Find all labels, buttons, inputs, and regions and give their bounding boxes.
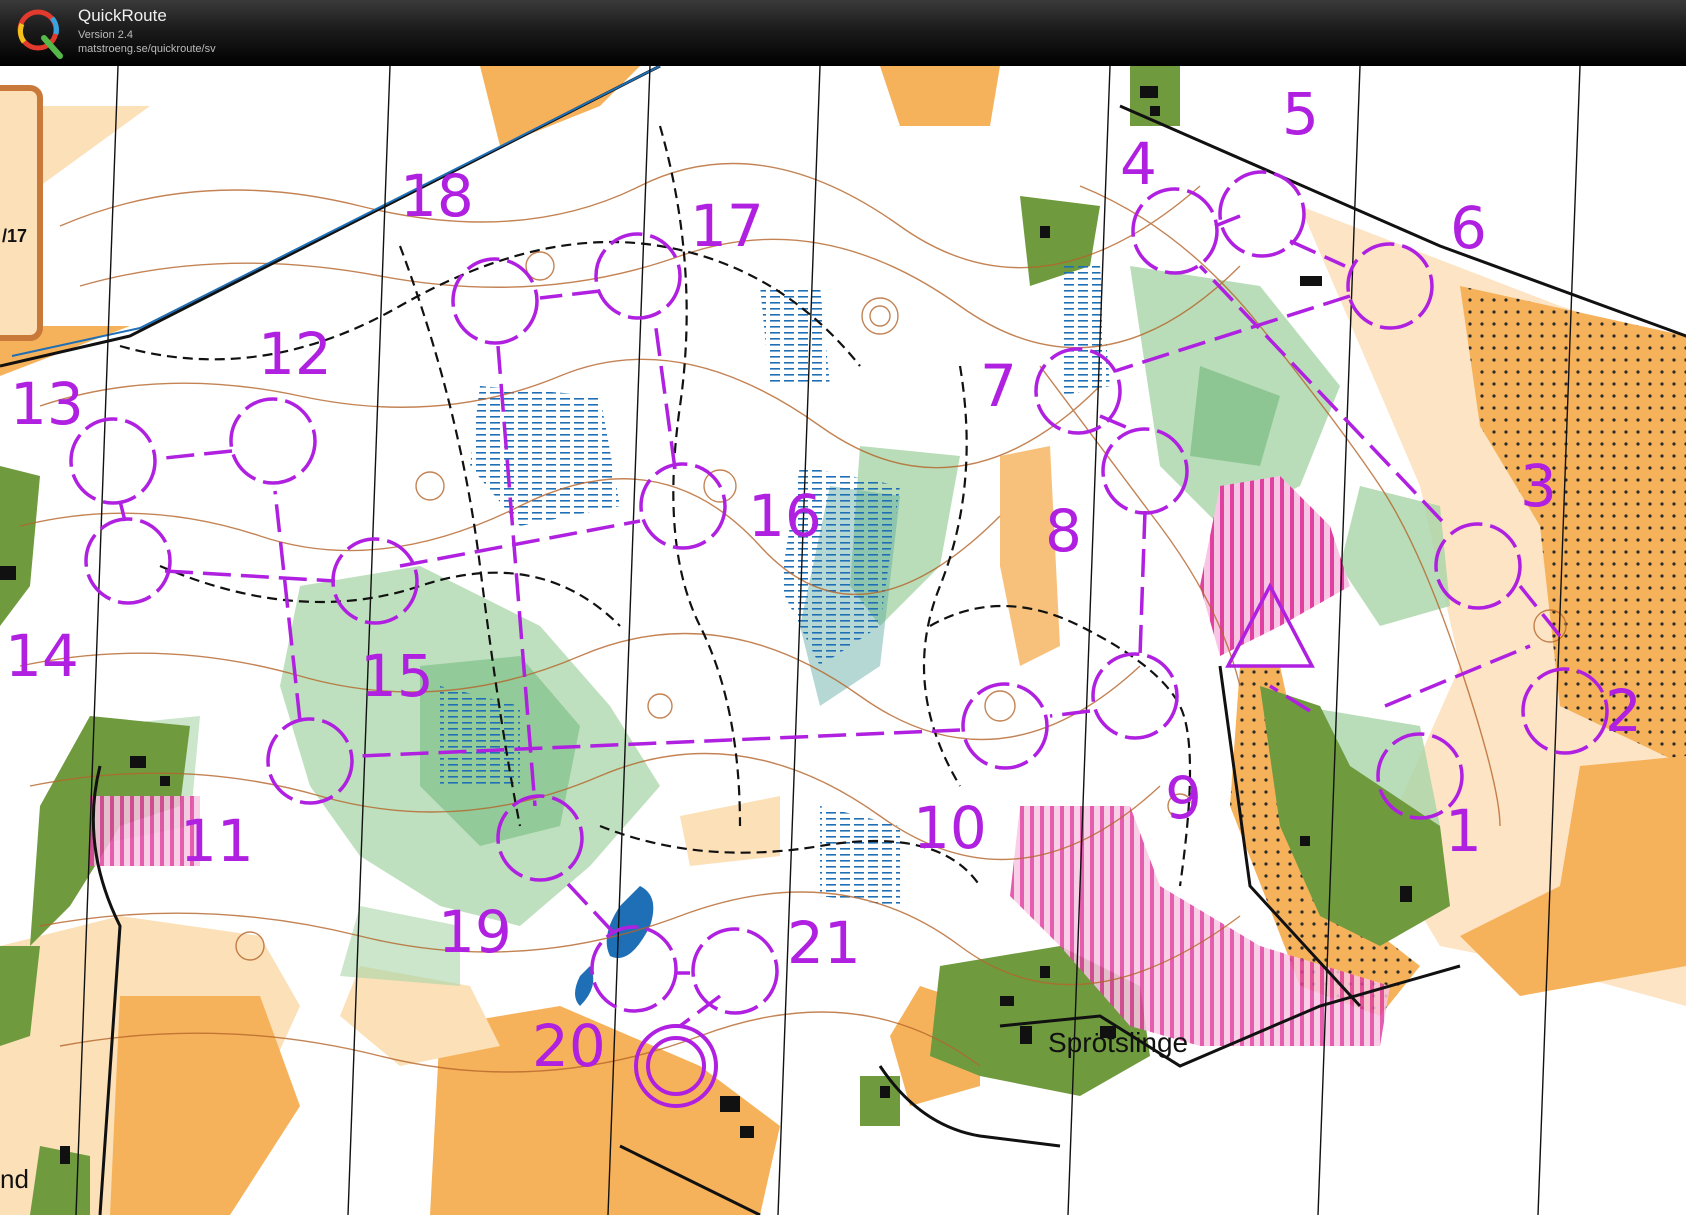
- app-version: Version 2.4: [78, 29, 134, 41]
- control-number-13: 13: [10, 370, 84, 438]
- control-number-2: 2: [1605, 677, 1642, 745]
- control-number-17: 17: [690, 192, 764, 260]
- control-number-19: 19: [438, 898, 512, 966]
- control-number-10: 10: [913, 794, 987, 862]
- map-legend-panel: [0, 85, 43, 341]
- control-number-1: 1: [1445, 797, 1482, 865]
- control-number-7: 7: [980, 352, 1017, 420]
- orienteering-map[interactable]: /17 nd 1 2 3 4 5 6 7 8 9 10 11 12 13 14 …: [0, 66, 1686, 1215]
- control-number-11: 11: [180, 807, 254, 875]
- control-number-6: 6: [1450, 194, 1487, 262]
- control-number-9: 9: [1165, 764, 1202, 832]
- app-title: QuickRoute: [78, 6, 167, 25]
- app-url: matstroeng.se/quickroute/sv: [78, 43, 216, 55]
- bottom-left-partial-label: nd: [0, 1164, 29, 1194]
- control-number-8: 8: [1045, 497, 1082, 565]
- control-number-3: 3: [1520, 452, 1557, 520]
- control-number-15: 15: [360, 642, 434, 710]
- quickroute-q-logo-icon: [17, 9, 63, 59]
- control-number-21: 21: [787, 909, 861, 977]
- title-bar: QuickRoute Version 2.4 matstroeng.se/qui…: [0, 0, 1686, 66]
- control-number-14: 14: [5, 622, 79, 690]
- control-number-5: 5: [1282, 80, 1319, 148]
- place-name-label: Sprötslinge: [1048, 1027, 1188, 1058]
- control-number-4: 4: [1120, 130, 1157, 198]
- legend-panel-text: /17: [2, 226, 27, 246]
- control-number-12: 12: [258, 320, 332, 388]
- control-number-20: 20: [532, 1012, 606, 1080]
- control-number-18: 18: [400, 162, 474, 230]
- control-number-16: 16: [748, 482, 822, 550]
